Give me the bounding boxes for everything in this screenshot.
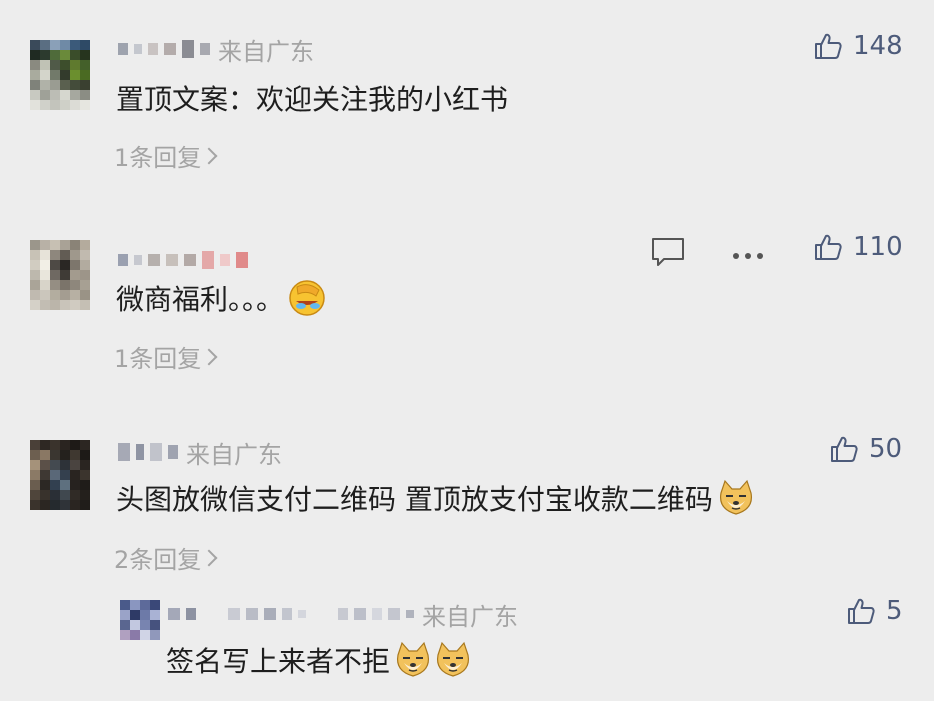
comment-bubble-icon (650, 236, 686, 272)
thumbs-up-icon (813, 31, 843, 61)
like-count: 110 (853, 232, 903, 262)
author-name-pixelated[interactable] (118, 246, 248, 274)
avatar[interactable] (120, 600, 160, 640)
comment-author-row: 来自广东 (168, 596, 518, 632)
author-name-pixelated[interactable] (118, 35, 210, 63)
location-label: 来自广东 (422, 602, 518, 631)
thumbs-up-icon (829, 434, 859, 464)
doge-emoji (717, 479, 755, 517)
doge-emoji (434, 641, 472, 679)
like-count: 50 (869, 434, 903, 464)
like-button[interactable]: 148 (813, 31, 903, 61)
comment-text-content: 微商福利。。。 (116, 283, 285, 316)
like-count: 148 (853, 31, 903, 61)
like-button[interactable]: 110 (813, 232, 903, 262)
comment-text: 签名写上来者不拒 (166, 640, 472, 680)
doge-emoji (394, 641, 432, 679)
comment-text-content: 头图放微信支付二维码 置顶放支付宝收款二维码 (116, 483, 713, 516)
location-label: 来自广东 (218, 37, 314, 66)
author-name-pixelated[interactable] (168, 600, 414, 628)
more-dots-icon (731, 246, 765, 265)
author-name-pixelated[interactable] (118, 438, 178, 466)
avatar[interactable] (30, 40, 90, 110)
avatar[interactable] (30, 240, 90, 310)
comment-author-row (118, 242, 248, 278)
replies-count: 1条回复 (114, 345, 202, 373)
more-button[interactable] (731, 246, 765, 265)
replies-count: 1条回复 (114, 144, 202, 172)
like-button[interactable]: 5 (846, 596, 903, 626)
comment-text-content: 签名写上来者不拒 (166, 645, 391, 678)
view-replies-link[interactable]: 1条回复 (114, 138, 218, 173)
comment-author-row: 来自广东 (118, 31, 314, 67)
chevron-right-icon (200, 147, 218, 164)
like-button[interactable]: 50 (829, 434, 902, 464)
reply-button[interactable] (650, 236, 686, 272)
comment-author-row: 来自广东 (118, 434, 282, 470)
comment-text: 微商福利。。。 (116, 278, 326, 318)
chevron-right-icon (200, 549, 218, 566)
like-count: 5 (886, 596, 903, 626)
comment-text: 头图放微信支付二维码 置顶放支付宝收款二维码 (116, 478, 755, 518)
avatar[interactable] (30, 440, 90, 510)
comment-text: 置顶文案：欢迎关注我的小红书 (116, 83, 509, 116)
facepalm-laugh-emoji (288, 279, 326, 317)
view-replies-link[interactable]: 2条回复 (114, 540, 218, 575)
location-label: 来自广东 (186, 440, 282, 469)
thumbs-up-icon (846, 596, 876, 626)
view-replies-link[interactable]: 1条回复 (114, 339, 218, 374)
replies-count: 2条回复 (114, 546, 202, 574)
chevron-right-icon (200, 348, 218, 365)
thumbs-up-icon (813, 232, 843, 262)
